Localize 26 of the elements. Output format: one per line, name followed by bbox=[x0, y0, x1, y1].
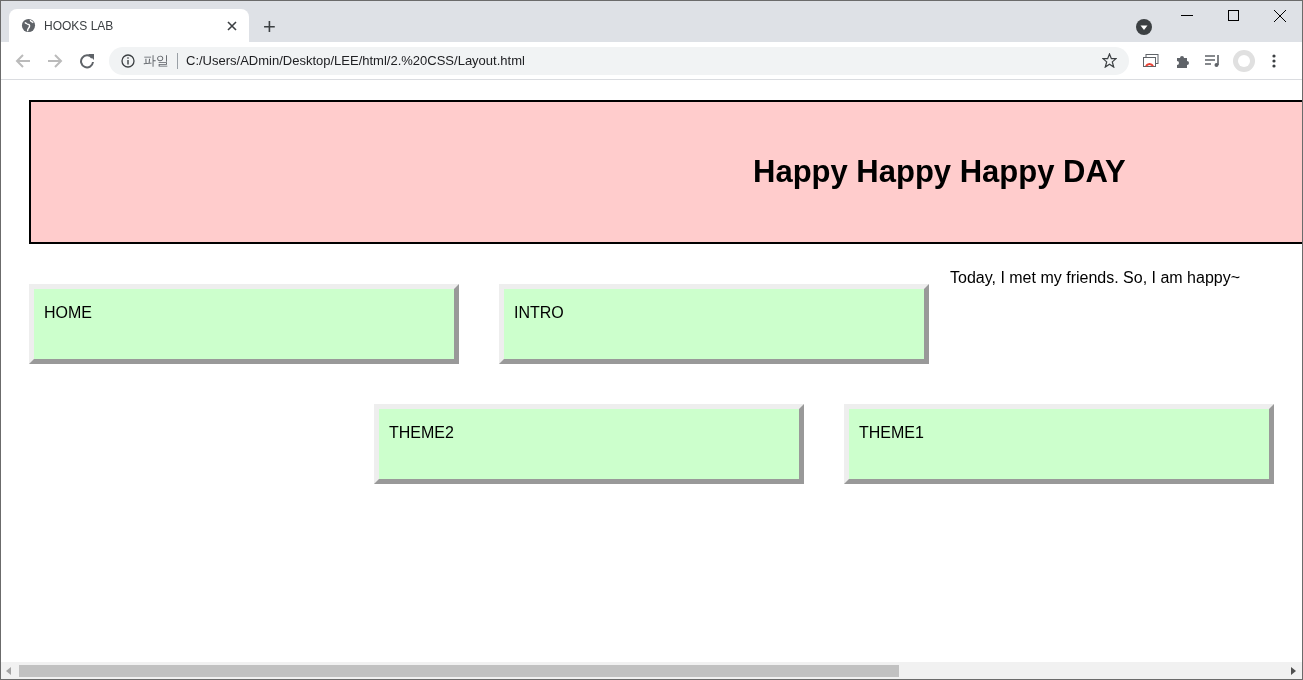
menu-icon[interactable] bbox=[1272, 53, 1276, 68]
paragraph: Today, I met my friends. So, I am happy~ bbox=[950, 268, 1241, 288]
info-icon[interactable] bbox=[121, 53, 135, 68]
site-label: 파일 bbox=[143, 51, 169, 70]
browser-tab[interactable]: HOOKS LAB bbox=[9, 9, 249, 42]
menu-box: THEME1 bbox=[844, 404, 1274, 484]
maximize-icon[interactable] bbox=[1228, 10, 1239, 21]
scrollbar-thumb[interactable] bbox=[19, 664, 899, 677]
close-icon[interactable] bbox=[227, 20, 237, 31]
close-window-icon[interactable] bbox=[1274, 10, 1286, 22]
globe-icon bbox=[21, 18, 36, 33]
tab-title: HOOKS LAB bbox=[44, 17, 115, 35]
scroll-right-icon[interactable] bbox=[1291, 666, 1296, 675]
media-queue-icon[interactable] bbox=[1205, 53, 1221, 68]
tab-search-icon[interactable] bbox=[1136, 19, 1152, 35]
header-title: Happy Happy Happy DAY bbox=[753, 152, 1126, 191]
cast-icon[interactable] bbox=[1143, 53, 1159, 68]
menu-box: THEME2 bbox=[374, 404, 804, 484]
address-bar[interactable]: 파일 C:/Users/ADmin/Desktop/LEE/html/2.%20CSS/Layout.html bbox=[109, 46, 1129, 75]
reload-icon[interactable] bbox=[79, 52, 95, 69]
menu-box: INTRO bbox=[499, 284, 929, 364]
menu-box: HOME bbox=[29, 284, 459, 364]
url-text: C:/Users/ADmin/Desktop/LEE/html/2.%20CSS/Layout.html bbox=[186, 51, 526, 70]
minimize-icon[interactable] bbox=[1181, 15, 1193, 17]
star-icon[interactable] bbox=[1102, 53, 1117, 68]
new-tab-button[interactable]: + bbox=[263, 16, 276, 38]
